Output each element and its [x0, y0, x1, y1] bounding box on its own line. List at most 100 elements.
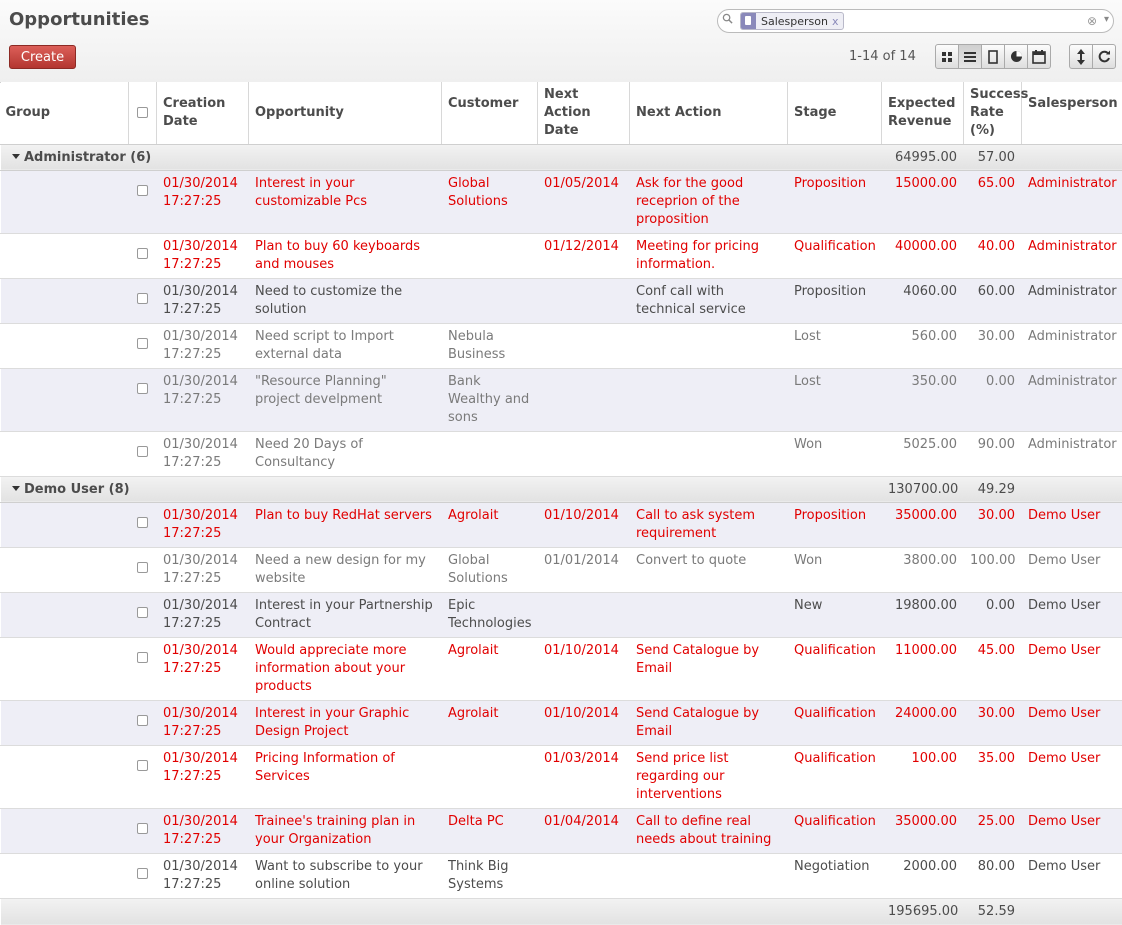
reload-button[interactable]	[1092, 44, 1116, 69]
group-cell	[1, 808, 129, 853]
salesperson-cell: Demo User	[1022, 745, 1122, 808]
table-row[interactable]: 01/30/2014 17:27:25Want to subscribe to …	[1, 853, 1122, 898]
expected-revenue-cell: 35000.00	[882, 502, 964, 547]
row-checkbox[interactable]	[137, 338, 148, 349]
stage-cell: Won	[788, 547, 882, 592]
group-row[interactable]: Administrator (6)64995.0057.00	[1, 144, 1122, 170]
group-row[interactable]: Demo User (8)130700.0049.29	[1, 476, 1122, 502]
table-row[interactable]: 01/30/2014 17:27:25Need 20 Days of Consu…	[1, 431, 1122, 476]
kanban-view-button[interactable]	[935, 44, 959, 69]
opportunity-cell: Interest in your customizable Pcs	[249, 170, 442, 233]
row-checkbox[interactable]	[137, 562, 148, 573]
expected-revenue-cell: 3800.00	[882, 547, 964, 592]
column-header-success-rate[interactable]: Success Rate (%)	[964, 82, 1022, 144]
stage-cell: Proposition	[788, 170, 882, 233]
table-row[interactable]: 01/30/2014 17:27:25Pricing Information o…	[1, 745, 1122, 808]
success-rate-cell: 65.00	[964, 170, 1022, 233]
row-checkbox[interactable]	[137, 293, 148, 304]
row-checkbox[interactable]	[137, 715, 148, 726]
clear-search-icon[interactable]: ⊗	[1087, 14, 1097, 28]
salesperson-cell: Demo User	[1022, 547, 1122, 592]
list-body: Administrator (6)64995.0057.0001/30/2014…	[1, 144, 1122, 898]
table-row[interactable]: 01/30/2014 17:27:25Interest in your cust…	[1, 170, 1122, 233]
column-header-customer[interactable]: Customer	[442, 82, 538, 144]
customer-cell	[442, 431, 538, 476]
select-all-checkbox[interactable]	[137, 107, 148, 118]
next-action-cell: Send Catalogue by Email	[630, 637, 788, 700]
table-row[interactable]: 01/30/2014 17:27:25Would appreciate more…	[1, 637, 1122, 700]
table-row[interactable]: 01/30/2014 17:27:25Plan to buy RedHat se…	[1, 502, 1122, 547]
group-expected-revenue: 64995.00	[882, 144, 964, 170]
search-box[interactable]: Salesperson x ⊗ ▾	[717, 9, 1114, 33]
row-checkbox[interactable]	[137, 248, 148, 259]
column-header-next-action[interactable]: Next Action	[630, 82, 788, 144]
salesperson-cell: Administrator	[1022, 368, 1122, 431]
next-action-cell	[630, 368, 788, 431]
row-checkbox[interactable]	[137, 823, 148, 834]
row-checkbox[interactable]	[137, 607, 148, 618]
column-header-next-action-date[interactable]: Next Action Date	[538, 82, 630, 144]
calendar-view-button[interactable]	[1027, 44, 1051, 69]
salesperson-cell: Demo User	[1022, 592, 1122, 637]
table-row[interactable]: 01/30/2014 17:27:25Plan to buy 60 keyboa…	[1, 233, 1122, 278]
group-label: Demo User (8)	[24, 482, 130, 497]
table-row[interactable]: 01/30/2014 17:27:25Need to customize the…	[1, 278, 1122, 323]
pager-value[interactable]: 1-14 of 14	[849, 49, 916, 64]
column-header-stage[interactable]: Stage	[788, 82, 882, 144]
next-action-date-cell	[538, 278, 630, 323]
table-row[interactable]: 01/30/2014 17:27:25Trainee's training pl…	[1, 808, 1122, 853]
facet-remove-icon[interactable]: x	[832, 15, 843, 28]
row-checkbox[interactable]	[137, 446, 148, 457]
row-checkbox[interactable]	[137, 185, 148, 196]
group-header-cell: Demo User (8)	[1, 476, 882, 502]
creation-date-cell: 01/30/2014 17:27:25	[157, 745, 249, 808]
next-action-cell	[630, 323, 788, 368]
row-checkbox[interactable]	[137, 760, 148, 771]
success-rate-cell: 80.00	[964, 853, 1022, 898]
table-row[interactable]: 01/30/2014 17:27:25Interest in your Grap…	[1, 700, 1122, 745]
next-action-date-cell: 01/03/2014	[538, 745, 630, 808]
success-rate-cell: 30.00	[964, 323, 1022, 368]
form-view-button[interactable]	[981, 44, 1005, 69]
expected-revenue-cell: 40000.00	[882, 233, 964, 278]
next-action-cell	[630, 853, 788, 898]
stage-cell: Qualification	[788, 700, 882, 745]
graph-view-button[interactable]	[1004, 44, 1028, 69]
column-header-creation-date[interactable]: Creation Date	[157, 82, 249, 144]
group-cell	[1, 278, 129, 323]
row-select-cell	[129, 323, 157, 368]
next-action-cell: Convert to quote	[630, 547, 788, 592]
row-checkbox[interactable]	[137, 517, 148, 528]
table-row[interactable]: 01/30/2014 17:27:25Need script to Import…	[1, 323, 1122, 368]
row-checkbox[interactable]	[137, 652, 148, 663]
next-action-cell	[630, 431, 788, 476]
calendar-icon	[1032, 50, 1046, 64]
column-header-salesperson[interactable]: Salesperson	[1022, 82, 1122, 144]
list-view-button[interactable]	[958, 44, 982, 69]
opportunity-cell: Interest in your Graphic Design Project	[249, 700, 442, 745]
success-rate-cell: 25.00	[964, 808, 1022, 853]
create-button[interactable]: Create	[9, 45, 76, 69]
expand-icon	[1077, 49, 1085, 65]
column-header-opportunity[interactable]: Opportunity	[249, 82, 442, 144]
next-action-cell: Call to define real needs about training	[630, 808, 788, 853]
expected-revenue-cell: 100.00	[882, 745, 964, 808]
expected-revenue-cell: 4060.00	[882, 278, 964, 323]
row-checkbox[interactable]	[137, 383, 148, 394]
table-row[interactable]: 01/30/2014 17:27:25Need a new design for…	[1, 547, 1122, 592]
row-checkbox[interactable]	[137, 868, 148, 879]
column-header-expected-revenue[interactable]: Expected Revenue	[882, 82, 964, 144]
row-select-cell	[129, 502, 157, 547]
next-action-cell: Meeting for pricing information.	[630, 233, 788, 278]
search-dropdown-icon[interactable]: ▾	[1104, 14, 1109, 25]
group-label: Administrator (6)	[24, 150, 151, 165]
group-cell	[1, 502, 129, 547]
salesperson-cell: Administrator	[1022, 233, 1122, 278]
table-row[interactable]: 01/30/2014 17:27:25"Resource Planning" p…	[1, 368, 1122, 431]
success-rate-cell: 60.00	[964, 278, 1022, 323]
row-select-cell	[129, 278, 157, 323]
table-row[interactable]: 01/30/2014 17:27:25Interest in your Part…	[1, 592, 1122, 637]
customer-cell: Epic Technologies	[442, 592, 538, 637]
creation-date-cell: 01/30/2014 17:27:25	[157, 853, 249, 898]
expand-groups-button[interactable]	[1069, 44, 1093, 69]
